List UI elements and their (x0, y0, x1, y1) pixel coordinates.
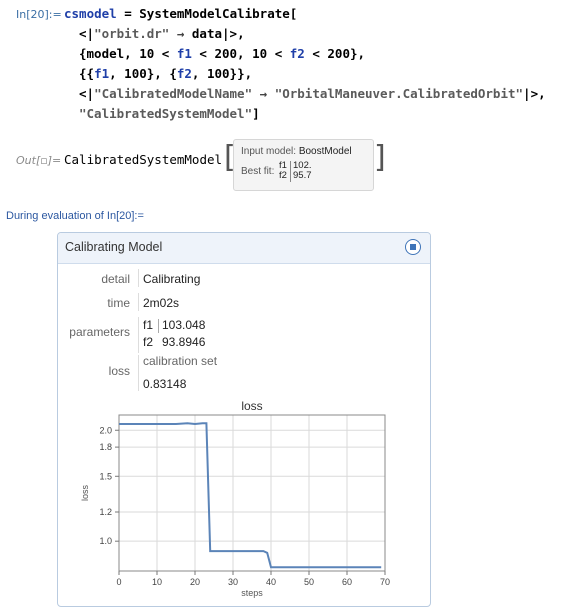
x-tick-label: 30 (228, 577, 238, 587)
y-axis-label: loss (80, 485, 90, 502)
code-line-5[interactable]: <|"CalibratedModelName" → "OrbitalManeuv… (79, 86, 546, 101)
chart-title: loss (241, 399, 262, 413)
y-tick-label: 1.2 (99, 507, 112, 517)
loss-sublabel: calibration set (143, 354, 218, 368)
stop-icon[interactable] (405, 239, 421, 255)
summary-box[interactable]: Input model: BoostModel Best fit: f1 f2 … (233, 139, 374, 191)
output-head: CalibratedSystemModel (64, 152, 223, 167)
x-tick-label: 40 (266, 577, 276, 587)
param-f2-value: 93.8946 (162, 335, 206, 349)
loss-divider (138, 355, 139, 391)
code-line-1[interactable]: csmodel = SystemModelCalibrate[ (64, 6, 297, 21)
x-tick-label: 50 (304, 577, 314, 587)
parameters-label: parameters (69, 325, 130, 339)
detail-label: detail (101, 272, 130, 286)
y-tick-label: 1.0 (99, 536, 112, 546)
output-cell-label: Out[▫]= (16, 154, 62, 167)
param-f1-name: f1 (143, 318, 154, 332)
loss-series-line (119, 422, 382, 569)
loss-label: loss (108, 364, 130, 378)
input-model-row: Input model: BoostModel (241, 146, 352, 157)
plot-frame (118, 414, 386, 572)
detail-divider (138, 269, 139, 287)
chart-ticks: 0 10 20 30 40 50 60 70 1.0 1.2 1.5 1.8 2.0 (99, 425, 390, 587)
x-tick-label: 0 (116, 577, 121, 587)
var-name: csmodel (64, 6, 117, 21)
x-tick-label: 60 (342, 577, 352, 587)
evaluation-message: During evaluation of In[20]:= (6, 210, 144, 222)
time-divider (138, 293, 139, 311)
x-tick-label: 10 (152, 577, 162, 587)
param-f1-value: 103.048 (162, 318, 206, 332)
panel-header: Calibrating Model (58, 233, 430, 264)
y-tick-label: 1.5 (99, 471, 112, 481)
code-line-3[interactable]: {model, 10 < f1 < 200, 10 < f2 < 200}, (79, 46, 365, 61)
y-tick-label: 2.0 (99, 425, 112, 435)
loss-chart: loss 0 10 20 30 40 50 60 70 1.0 1.2 1.5 1.8 2.0 step… (80, 399, 390, 598)
code-line-2[interactable]: <|"orbit.dr" → data|>, (79, 26, 245, 41)
code-line-4[interactable]: {{f1, 100}, {f2, 100}}, (79, 66, 252, 81)
stop-square (410, 244, 416, 250)
chart-grid (118, 415, 386, 571)
panel-title: Calibrating Model (65, 240, 163, 254)
time-label: time (107, 296, 130, 310)
input-cell-label: In[20]:= (16, 8, 62, 21)
time-value: 2m02s (143, 296, 180, 310)
param-f2-name: f2 (143, 335, 154, 349)
code-line-6[interactable]: "CalibratedSystemModel"] (79, 106, 260, 121)
x-axis-label: steps (241, 588, 263, 598)
x-tick-label: 20 (190, 577, 200, 587)
y-tick-label: 1.8 (99, 442, 112, 452)
best-fit-label: Best fit: (241, 166, 275, 177)
best-fit-values: 102. 95.7 (293, 160, 312, 181)
right-bracket-icon: ] (374, 140, 386, 175)
best-fit-divider (290, 161, 291, 182)
function-name: SystemModelCalibrate (139, 6, 290, 21)
param-f1-sep (158, 319, 159, 333)
detail-value: Calibrating (143, 272, 201, 286)
parameters-divider (138, 317, 139, 353)
best-fit-names: f1 f2 (279, 160, 287, 181)
x-tick-label: 70 (380, 577, 390, 587)
calibration-panel: Calibrating Model detail Calibrating tim… (57, 232, 431, 607)
loss-value: 0.83148 (143, 377, 187, 391)
